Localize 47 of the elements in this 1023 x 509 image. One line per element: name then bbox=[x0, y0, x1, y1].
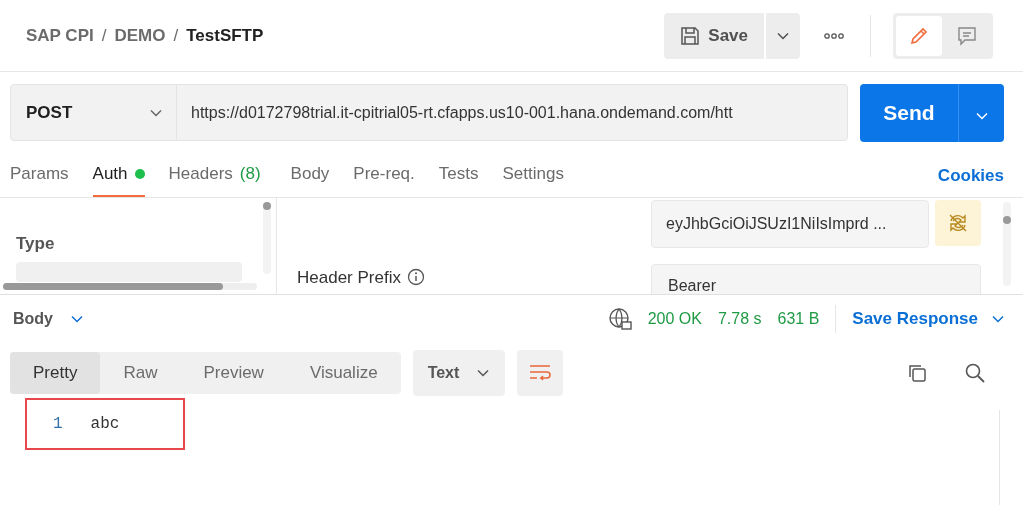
header-prefix-field[interactable]: Bearer bbox=[651, 264, 981, 294]
request-tab[interactable]: Params bbox=[10, 154, 69, 197]
save-response-button[interactable]: Save Response bbox=[852, 309, 1004, 329]
request-tab[interactable]: Pre-req. bbox=[353, 154, 415, 197]
search-icon[interactable] bbox=[964, 362, 986, 384]
type-label: Type bbox=[16, 234, 55, 253]
info-icon[interactable] bbox=[406, 268, 425, 286]
code-text: abc bbox=[90, 415, 120, 433]
view-tab[interactable]: Pretty bbox=[10, 352, 101, 394]
copy-icon[interactable] bbox=[906, 362, 928, 384]
vertical-scrollbar[interactable] bbox=[263, 202, 271, 274]
request-tab[interactable]: Headers (8) bbox=[168, 154, 261, 197]
more-icon bbox=[824, 32, 844, 39]
token-field[interactable]: eyJhbGciOiJSUzI1NiIsImprd ... bbox=[651, 200, 929, 248]
sync-off-icon[interactable] bbox=[935, 200, 981, 246]
chevron-down-icon bbox=[975, 112, 988, 120]
globe-lock-icon bbox=[607, 307, 632, 331]
chevron-down-icon bbox=[777, 31, 789, 40]
chevron-down-icon bbox=[71, 315, 83, 323]
view-tab[interactable]: Preview bbox=[180, 352, 287, 394]
response-time: 7.78 s bbox=[717, 310, 762, 328]
chevron-down-icon bbox=[477, 369, 490, 377]
request-tab[interactable]: Settings bbox=[502, 154, 564, 197]
pencil-icon[interactable] bbox=[896, 15, 942, 56]
format-dropdown[interactable]: Text bbox=[412, 350, 506, 396]
header-prefix-label: Header Prefix bbox=[297, 268, 401, 288]
horizontal-scrollbar[interactable] bbox=[3, 283, 257, 290]
view-tab[interactable]: Visualize bbox=[286, 352, 401, 394]
breadcrumb-link[interactable]: DEMO bbox=[114, 25, 166, 46]
breadcrumb-separator: / bbox=[173, 25, 179, 46]
breadcrumb-separator: / bbox=[101, 25, 107, 46]
view-tab[interactable]: Raw bbox=[100, 352, 181, 394]
cookies-link[interactable]: Cookies bbox=[937, 154, 1004, 197]
save-button[interactable]: Save bbox=[664, 12, 764, 59]
status-code: 200 OK bbox=[647, 310, 702, 328]
vertical-scrollbar[interactable] bbox=[1003, 202, 1011, 286]
request-name: TestSFTP bbox=[186, 25, 264, 46]
chevron-down-icon bbox=[992, 315, 1004, 323]
request-tab[interactable]: Body bbox=[290, 154, 330, 197]
request-tab[interactable]: Auth bbox=[92, 154, 145, 197]
save-options-button[interactable] bbox=[766, 12, 800, 59]
breadcrumb-link[interactable]: SAP CPI bbox=[26, 25, 94, 46]
response-size: 631 B bbox=[777, 310, 820, 328]
line-number: 1 bbox=[53, 415, 63, 433]
request-tab[interactable]: Tests bbox=[438, 154, 479, 197]
wrap-lines-icon[interactable] bbox=[517, 350, 564, 396]
response-section-label[interactable]: Body bbox=[13, 310, 53, 328]
